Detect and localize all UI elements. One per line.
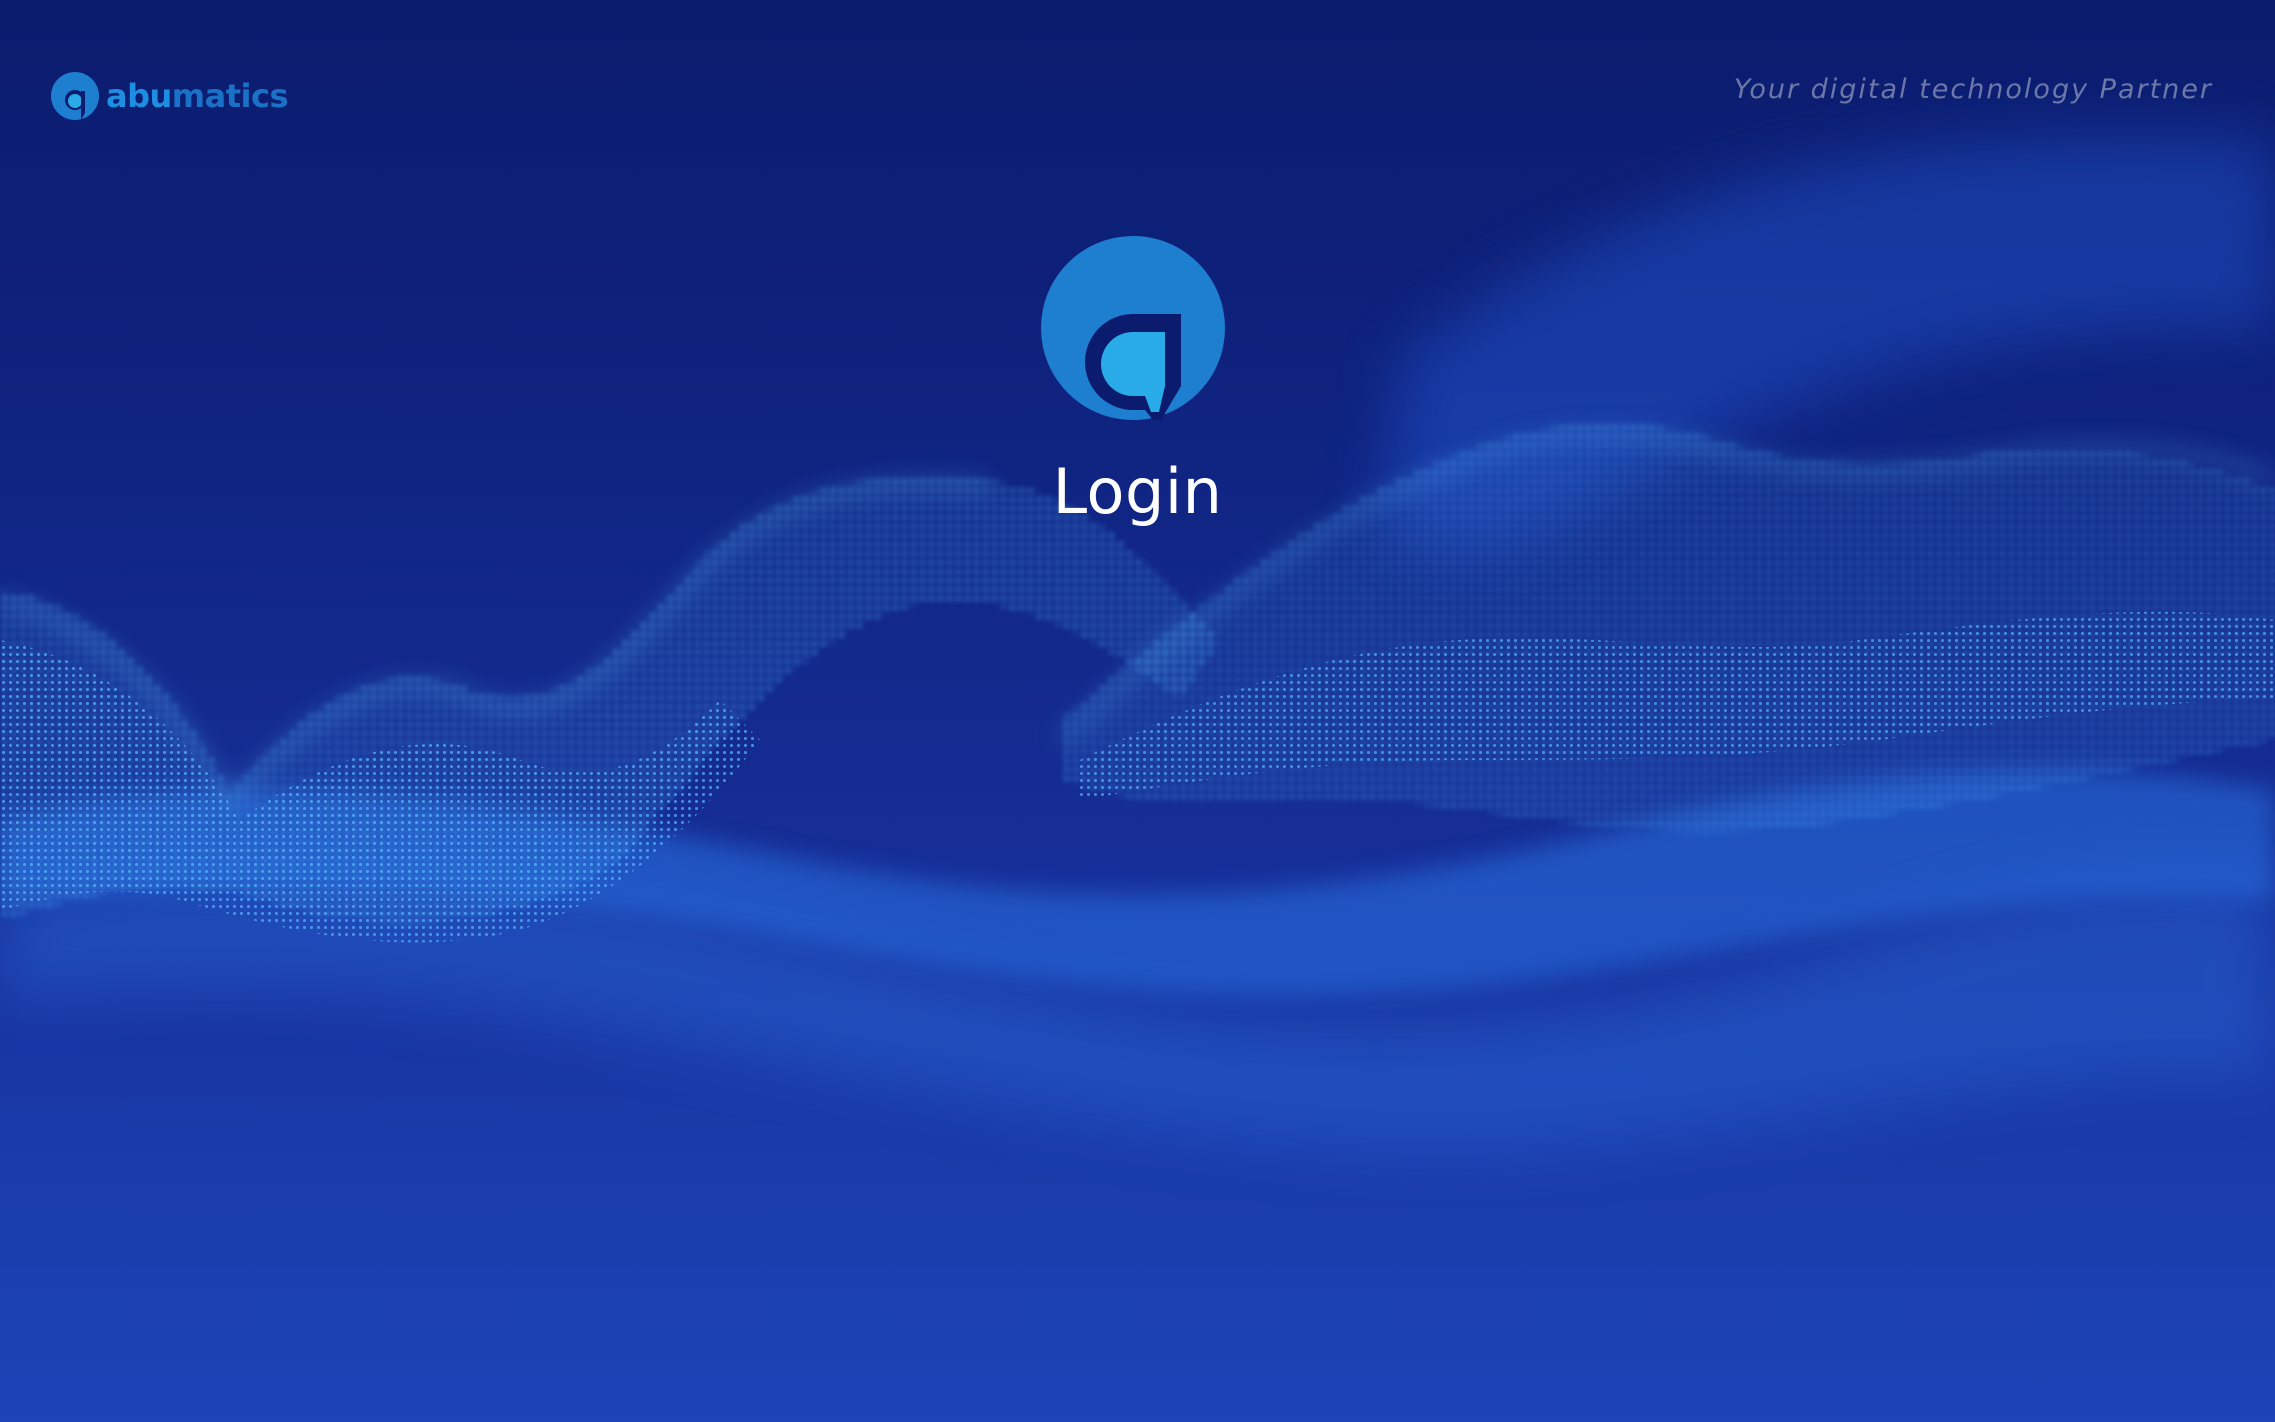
- abumatics-a-logo-icon: [1041, 236, 1225, 420]
- login-title: Login: [1052, 455, 1223, 528]
- login-logo: [1041, 236, 1225, 420]
- brand-name: abumatics: [106, 77, 289, 115]
- abumatics-logo-icon: [51, 72, 99, 120]
- particle-wave-background: [0, 135, 2275, 1422]
- login-page: abumatics Your digital technology Partne…: [0, 0, 2275, 1422]
- brand-logo[interactable]: abumatics: [50, 68, 289, 124]
- tagline: Your digital technology Partner: [1733, 74, 2213, 105]
- brand-name-part1: abu: [106, 77, 172, 115]
- brand-name-part2: matics: [171, 77, 289, 115]
